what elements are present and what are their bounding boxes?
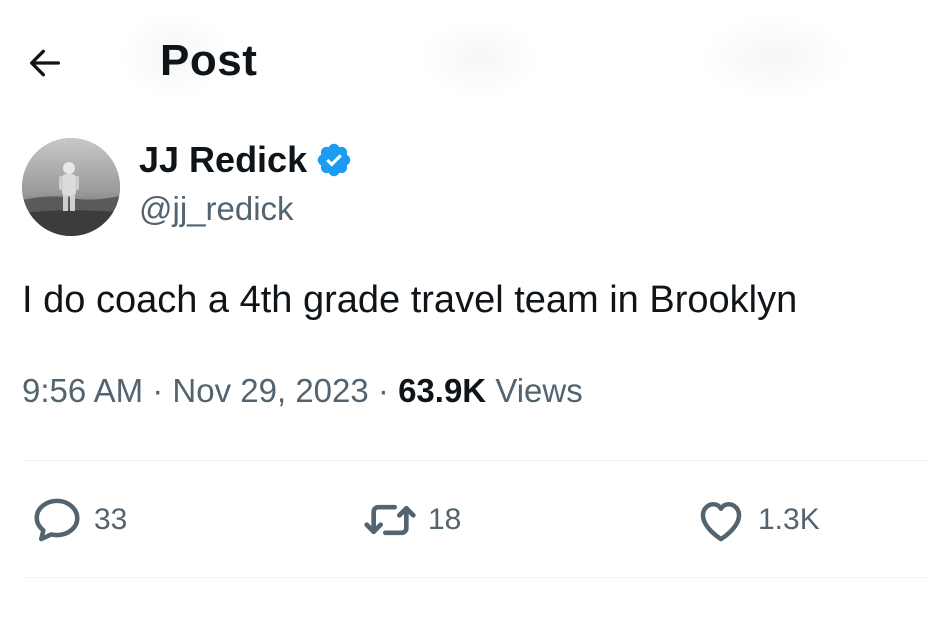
reply-count: 33 [94, 503, 128, 536]
heart-icon [700, 502, 742, 542]
header-ghost-circle [420, 18, 540, 98]
page-title: Post [160, 36, 258, 85]
repost-icon [364, 504, 416, 536]
divider-bottom [22, 577, 930, 578]
views-count[interactable]: 63.9K [398, 372, 486, 409]
author-names: JJ Redick @jj_redick [139, 138, 353, 232]
verified-badge-icon [317, 143, 351, 177]
avatar[interactable] [22, 138, 120, 236]
divider-top [22, 460, 930, 461]
tweet-date[interactable]: Nov 29, 2023 [172, 372, 368, 409]
arrow-left-icon [30, 49, 60, 77]
action-bar: 33 18 1.3K [0, 490, 930, 550]
tweet-meta: 9:56 AM · Nov 29, 2023 · 63.9K Views [22, 372, 583, 410]
meta-separator: · [377, 372, 389, 409]
display-name-link[interactable]: JJ Redick [139, 138, 353, 182]
like-count: 1.3K [758, 503, 820, 536]
back-button[interactable] [22, 40, 68, 86]
display-name: JJ Redick [139, 139, 308, 180]
like-button[interactable]: 1.3K [694, 490, 820, 550]
tweet-text: I do coach a 4th grade travel team in Br… [22, 279, 798, 321]
repost-count: 18 [428, 503, 462, 536]
avatar-image [22, 138, 120, 236]
author-row: JJ Redick @jj_redick [22, 138, 902, 238]
post-header: Post [0, 0, 930, 120]
meta-separator: · [152, 372, 164, 409]
repost-button[interactable]: 18 [362, 490, 461, 550]
reply-icon [34, 498, 80, 542]
header-ghost-circle [700, 14, 850, 100]
views-label: Views [495, 372, 583, 409]
reply-button[interactable]: 33 [30, 490, 127, 550]
tweet-time[interactable]: 9:56 AM [22, 372, 143, 409]
author-handle[interactable]: @jj_redick [139, 186, 353, 232]
